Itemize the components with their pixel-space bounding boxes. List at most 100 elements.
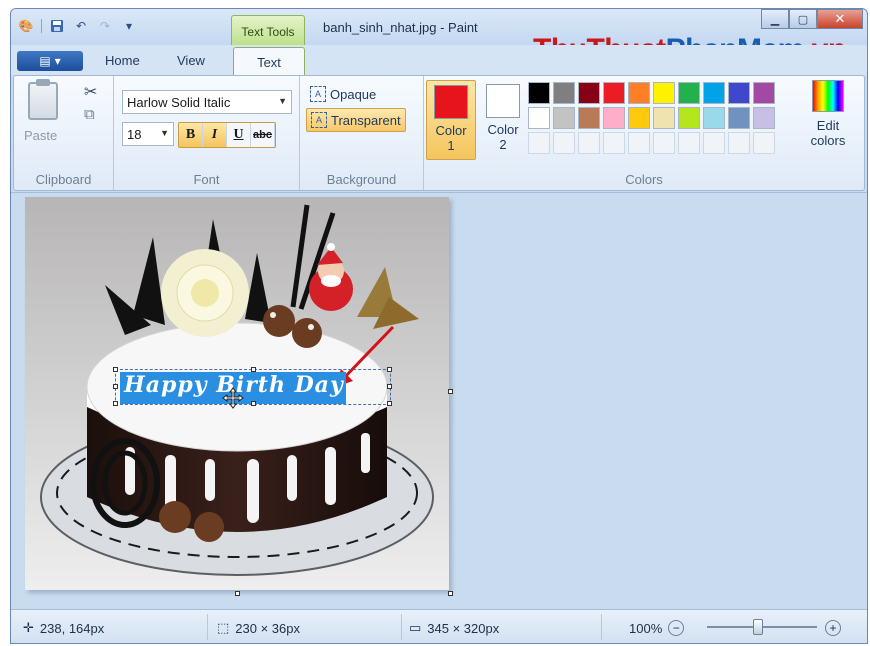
transparent-icon: A [311, 112, 327, 128]
palette-swatch[interactable] [678, 107, 700, 129]
image-size: ▭ 345 × 320px [409, 620, 499, 636]
color2-number: 2 [499, 137, 507, 152]
tab-home[interactable]: Home [105, 53, 140, 68]
palette-swatch[interactable] [553, 82, 575, 104]
palette-swatch[interactable] [703, 107, 725, 129]
palette-swatch-empty[interactable] [653, 132, 675, 154]
resize-handle[interactable] [387, 384, 392, 389]
zoom-level: 100% [629, 620, 663, 636]
font-size-select[interactable]: 18 ▼ [122, 122, 174, 146]
color2-button[interactable]: Color 2 [478, 80, 528, 160]
divider [41, 19, 42, 33]
palette-swatch[interactable] [628, 107, 650, 129]
strikethrough-button[interactable]: abc [251, 123, 275, 147]
palette-swatch-empty[interactable] [603, 132, 625, 154]
palette-swatch[interactable] [603, 82, 625, 104]
resize-handle[interactable] [387, 367, 392, 372]
edit-colors-button[interactable]: Edit colors [806, 80, 850, 148]
cursor-position: ✛ 238, 164px [23, 620, 104, 636]
opaque-button[interactable]: A Opaque [306, 82, 380, 106]
font-family-select[interactable]: Harlow Solid Italic ▼ [122, 90, 292, 114]
color2-swatch [486, 84, 520, 118]
paste-button-label[interactable]: Paste [24, 128, 57, 143]
canvas-resize-handle[interactable] [448, 591, 453, 596]
palette-swatch-empty[interactable] [528, 132, 550, 154]
font-family-value: Harlow Solid Italic [127, 95, 231, 110]
palette-swatch[interactable] [528, 82, 550, 104]
resize-handle[interactable] [113, 384, 118, 389]
clipboard-group: Paste ✂ ⧉ Clipboard [14, 76, 114, 190]
status-bar: ✛ 238, 164px ⬚ 230 × 36px ▭ 345 × 320px … [11, 609, 867, 643]
transparent-button[interactable]: A Transparent [306, 108, 406, 132]
ribbon-tabs: ▤ ▾ Home View Text [11, 45, 867, 76]
maximize-button[interactable]: ▢ [789, 9, 817, 29]
transparent-label: Transparent [331, 112, 401, 128]
palette-swatch[interactable] [678, 82, 700, 104]
resize-handle[interactable] [113, 367, 118, 372]
resize-handle[interactable] [251, 401, 256, 406]
palette-swatch[interactable] [603, 107, 625, 129]
save-icon[interactable] [48, 18, 66, 34]
copy-icon[interactable]: ⧉ [84, 106, 95, 123]
bold-button[interactable]: B [179, 123, 203, 147]
paint-menu-button[interactable]: ▤ ▾ [17, 51, 83, 71]
palette-swatch[interactable] [653, 82, 675, 104]
italic-button[interactable]: I [203, 123, 227, 147]
background-group: A Opaque A Transparent Background [300, 76, 424, 190]
zoom-in-button[interactable]: + [825, 620, 841, 636]
palette-swatch[interactable] [728, 107, 750, 129]
palette-swatch[interactable] [578, 107, 600, 129]
image-size-value: 345 × 320px [427, 620, 500, 636]
palette-swatch[interactable] [628, 82, 650, 104]
palette-swatch-empty[interactable] [703, 132, 725, 154]
resize-handle[interactable] [113, 401, 118, 406]
selection-size-value: 230 × 36px [235, 620, 300, 636]
close-button[interactable]: ✕ [817, 9, 863, 29]
underline-button[interactable]: U [227, 123, 251, 147]
canvas-resize-handle[interactable] [448, 389, 453, 394]
resize-handle[interactable] [387, 401, 392, 406]
palette-swatch-empty[interactable] [728, 132, 750, 154]
text-tools-context-header: Text Tools [231, 15, 305, 45]
format-buttons: B I U abc [178, 122, 276, 148]
palette-swatch[interactable] [728, 82, 750, 104]
opaque-icon: A [310, 86, 326, 102]
redo-icon[interactable]: ↷ [96, 18, 114, 34]
cut-icon[interactable]: ✂ [84, 82, 97, 102]
zoom-slider-thumb[interactable] [753, 619, 763, 635]
palette-swatch[interactable] [753, 107, 775, 129]
palette-swatch[interactable] [703, 82, 725, 104]
paste-icon[interactable] [28, 79, 58, 120]
chevron-down-icon: ▾ [54, 54, 61, 68]
window-title: banh_sinh_nhat.jpg - Paint [323, 20, 478, 35]
ribbon-panel: Paste ✂ ⧉ Clipboard Harlow Solid Italic … [13, 75, 865, 191]
palette-swatch-empty[interactable] [553, 132, 575, 154]
zoom-controls: 100% − [629, 620, 685, 636]
undo-icon[interactable]: ↶ [72, 18, 90, 34]
customize-toolbar-icon[interactable]: ▾ [120, 18, 138, 34]
canvas-resize-handle[interactable] [235, 591, 240, 596]
color1-button[interactable]: Color 1 [426, 80, 476, 160]
palette-swatch[interactable] [753, 82, 775, 104]
palette-swatch[interactable] [528, 107, 550, 129]
minimize-button[interactable]: ▁ [761, 9, 789, 29]
palette-swatch[interactable] [653, 107, 675, 129]
tab-view[interactable]: View [177, 53, 205, 68]
image-canvas[interactable]: Happy Birth Day [25, 197, 449, 590]
palette-swatch[interactable] [578, 82, 600, 104]
zoom-out-button[interactable]: − [668, 620, 685, 636]
color-palette [528, 82, 775, 154]
resize-handle[interactable] [251, 367, 256, 372]
palette-swatch[interactable] [553, 107, 575, 129]
palette-swatch-empty[interactable] [753, 132, 775, 154]
palette-swatch-empty[interactable] [578, 132, 600, 154]
tab-text[interactable]: Text [233, 47, 305, 76]
palette-swatch-empty[interactable] [678, 132, 700, 154]
divider [207, 614, 208, 640]
palette-swatch-empty[interactable] [628, 132, 650, 154]
clipboard-group-label: Clipboard [35, 172, 92, 187]
text-selection-box[interactable]: Happy Birth Day [113, 367, 392, 406]
background-group-label: Background [326, 172, 397, 187]
colors-group: Color 1 Color 2 Edit colors Colors [424, 76, 864, 190]
paint-app-icon[interactable]: 🎨 [17, 18, 35, 34]
